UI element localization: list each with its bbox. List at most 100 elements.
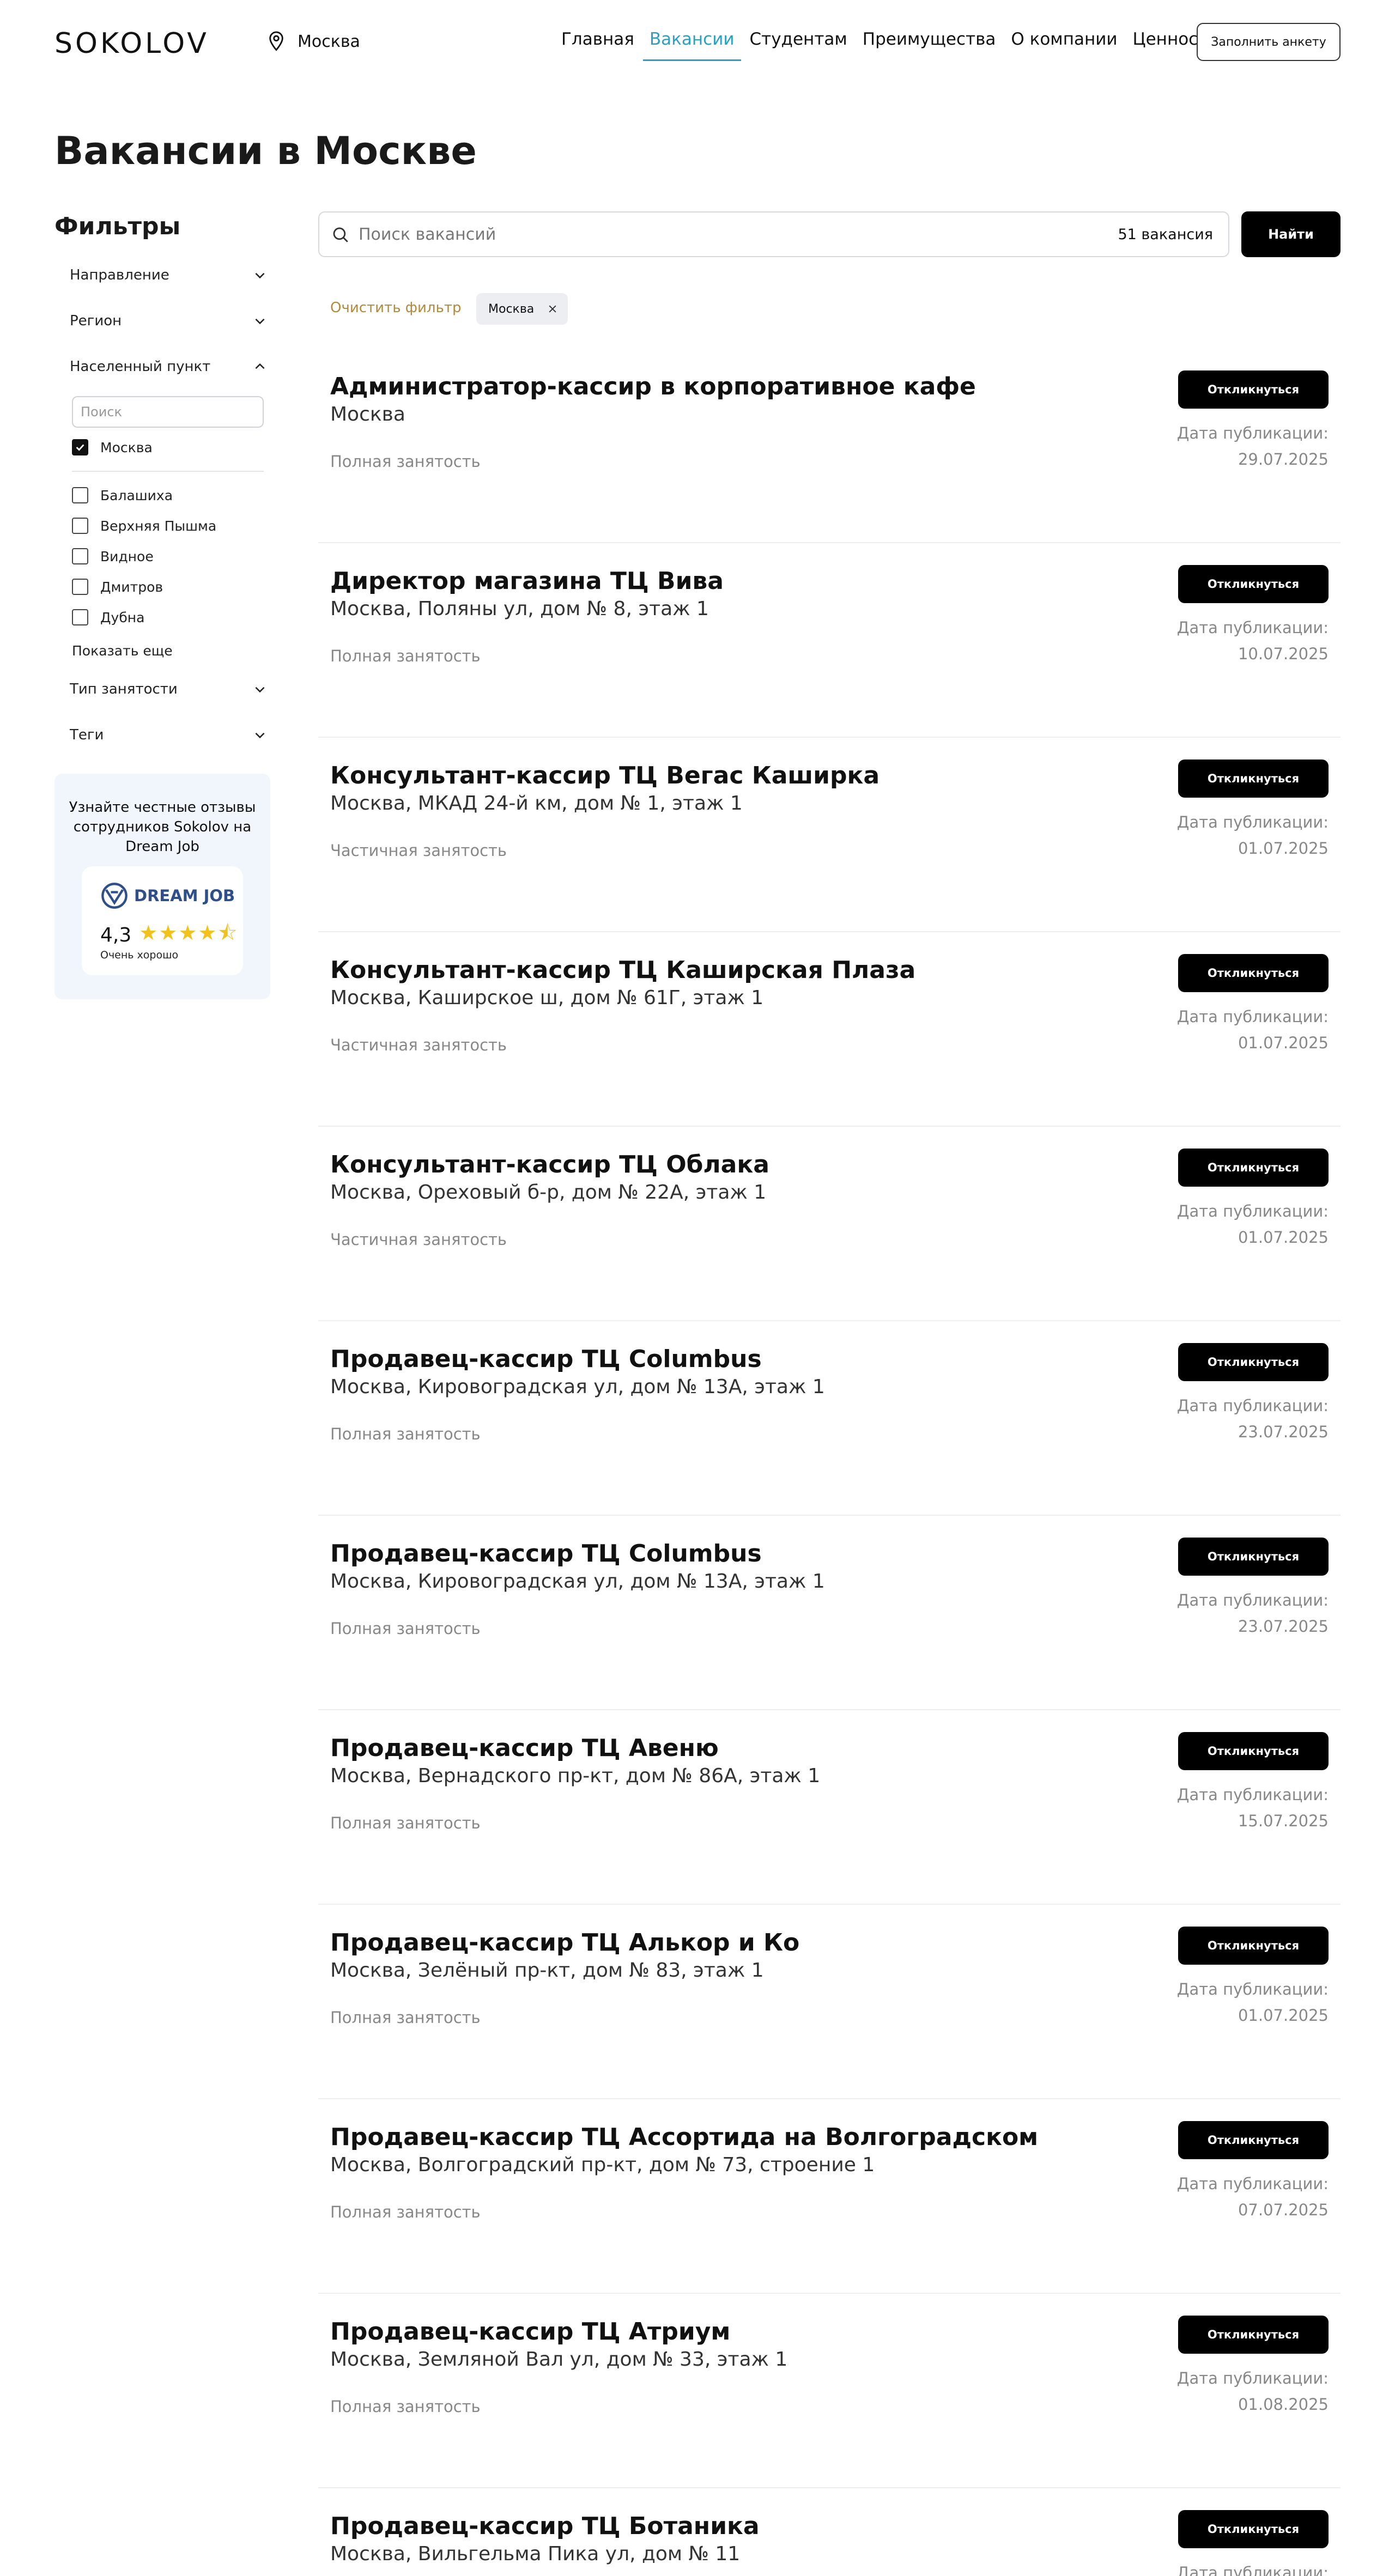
vacancy-card[interactable]: Продавец-кассир ТЦ Алькор и Ко Москва, Зе… bbox=[318, 1905, 1341, 2099]
checkbox[interactable] bbox=[72, 487, 88, 503]
publication-date-label: Дата публикации: bbox=[1176, 2369, 1329, 2387]
locality-checkbox-dmitrov[interactable]: Дмитров bbox=[72, 579, 163, 595]
respond-button[interactable]: Откликнуться bbox=[1178, 1927, 1329, 1965]
vacancy-address: Москва, Кировоградская ул, дом № 13А, эт… bbox=[330, 1376, 825, 1398]
vacancy-card[interactable]: Консультант-кассир ТЦ Вегас Каширка Москв… bbox=[318, 738, 1341, 932]
chip-label: Москва bbox=[488, 302, 535, 316]
vacancy-title[interactable]: Продавец-кассир ТЦ Columbus bbox=[330, 1345, 762, 1373]
locality-label: Видное bbox=[100, 548, 154, 564]
locality-checkbox-vidnoe[interactable]: Видное bbox=[72, 548, 154, 564]
active-filter-chip[interactable]: Москва bbox=[476, 293, 568, 325]
city-label: Москва bbox=[298, 32, 360, 51]
vacancy-title[interactable]: Продавец-кассир ТЦ Авеню bbox=[330, 1734, 719, 1762]
respond-button[interactable]: Откликнуться bbox=[1178, 1732, 1329, 1770]
publication-date-label: Дата публикации: bbox=[1176, 2174, 1329, 2193]
chevron-down-icon bbox=[255, 318, 265, 325]
locality-label: Дубна bbox=[100, 609, 145, 625]
search-icon bbox=[333, 227, 348, 242]
checkbox[interactable] bbox=[72, 609, 88, 625]
city-selector[interactable]: Москва bbox=[267, 31, 360, 52]
vacancy-card[interactable]: Продавец-кассир ТЦ Атриум Москва, Земляно… bbox=[318, 2294, 1341, 2488]
vacancy-employment: Частичная занятость bbox=[330, 1036, 507, 1054]
respond-button[interactable]: Откликнуться bbox=[1178, 565, 1329, 603]
respond-button[interactable]: Откликнуться bbox=[1178, 1538, 1329, 1576]
dream-job-card[interactable]: Узнайте честные отзывы сотрудников Sokol… bbox=[54, 774, 270, 999]
filter-direction[interactable]: Направление bbox=[70, 267, 267, 283]
vacancy-card[interactable]: Консультант-кассир ТЦ Каширская Плаза Мос… bbox=[318, 932, 1341, 1127]
vacancy-card[interactable]: Продавец-кассир ТЦ Columbus Москва, Киров… bbox=[318, 1321, 1341, 1516]
vacancy-card[interactable]: Администратор-кассир в корпоративное каф… bbox=[318, 349, 1341, 543]
vacancy-title[interactable]: Директор магазина ТЦ Вива bbox=[330, 567, 724, 595]
vacancy-card[interactable]: Директор магазина ТЦ Вива Москва, Поляны … bbox=[318, 543, 1341, 738]
nav-vacancies[interactable]: Вакансии bbox=[642, 29, 741, 61]
vacancy-title[interactable]: Продавец-кассир ТЦ Ботаника bbox=[330, 2512, 760, 2540]
respond-button[interactable]: Откликнуться bbox=[1178, 760, 1329, 798]
publication-date: 23.07.2025 bbox=[1238, 1617, 1329, 1636]
filter-employment-label: Тип занятости bbox=[70, 681, 178, 697]
publication-date-label: Дата публикации: bbox=[1176, 1980, 1329, 1998]
divider bbox=[72, 471, 264, 472]
dream-job-rating-card[interactable]: DREAM JOB 4,3 ★★★★⯪ Очень хорошо bbox=[82, 866, 243, 975]
filter-employment-type[interactable]: Тип занятости bbox=[70, 681, 267, 697]
respond-button[interactable]: Откликнуться bbox=[1178, 2510, 1329, 2548]
checkbox-checked[interactable] bbox=[72, 439, 88, 455]
dream-job-logo: DREAM JOB bbox=[100, 882, 235, 910]
respond-button[interactable]: Откликнуться bbox=[1178, 2316, 1329, 2354]
nav-home[interactable]: Главная bbox=[561, 29, 634, 61]
vacancy-title[interactable]: Продавец-кассир ТЦ Ассортида на Волгогра… bbox=[330, 2123, 1038, 2151]
respond-button[interactable]: Откликнуться bbox=[1178, 370, 1329, 409]
locality-label: Верхняя Пышма bbox=[100, 518, 217, 534]
respond-button[interactable]: Откликнуться bbox=[1178, 1343, 1329, 1381]
locality-checkbox-dubna[interactable]: Дубна bbox=[72, 609, 144, 625]
vacancy-title[interactable]: Консультант-кассир ТЦ Вегас Каширка bbox=[330, 762, 880, 789]
close-icon[interactable] bbox=[547, 303, 558, 314]
vacancy-title[interactable]: Продавец-кассир ТЦ Атриум bbox=[330, 2318, 730, 2346]
clear-filter-link[interactable]: Очистить фильтр bbox=[330, 300, 462, 316]
chevron-down-icon bbox=[255, 732, 265, 739]
filter-locality[interactable]: Населенный пункт bbox=[70, 359, 267, 375]
filter-direction-label: Направление bbox=[70, 267, 169, 283]
respond-button[interactable]: Откликнуться bbox=[1178, 1149, 1329, 1187]
vacancy-card[interactable]: Продавец-кассир ТЦ Авеню Москва, Вернадск… bbox=[318, 1710, 1341, 1905]
vacancy-card[interactable]: Продавец-кассир ТЦ Ботаника Москва, Вильг… bbox=[318, 2488, 1341, 2576]
vacancy-card[interactable]: Продавец-кассир ТЦ Columbus Москва, Киров… bbox=[318, 1516, 1341, 1710]
vacancy-card[interactable]: Продавец-кассир ТЦ Ассортида на Волгогра… bbox=[318, 2099, 1341, 2294]
checkbox[interactable] bbox=[72, 579, 88, 595]
check-icon bbox=[76, 444, 84, 451]
vacancy-title[interactable]: Продавец-кассир ТЦ Алькор и Ко bbox=[330, 1929, 799, 1957]
checkbox[interactable] bbox=[72, 518, 88, 534]
vacancy-employment: Полная занятость bbox=[330, 1814, 481, 1832]
vacancy-title[interactable]: Консультант-кассир ТЦ Каширская Плаза bbox=[330, 956, 915, 984]
filter-tags[interactable]: Теги bbox=[70, 727, 267, 743]
logo[interactable]: SOKOLOV bbox=[54, 27, 209, 60]
vacancy-card[interactable]: Консультант-кассир ТЦ Облака Москва, Орех… bbox=[318, 1127, 1341, 1321]
chevron-up-icon bbox=[255, 363, 265, 369]
vacancy-employment: Частичная занятость bbox=[330, 1230, 507, 1249]
vacancy-search-input[interactable]: Поиск вакансий 51 вакансия bbox=[318, 211, 1229, 257]
search-placeholder: Поиск вакансий bbox=[359, 224, 496, 244]
publication-date: 23.07.2025 bbox=[1238, 1423, 1329, 1441]
publication-date-label: Дата публикации: bbox=[1176, 1396, 1329, 1415]
respond-button[interactable]: Откликнуться bbox=[1178, 954, 1329, 992]
nav-students[interactable]: Студентам bbox=[750, 29, 847, 61]
vacancy-address: Москва, Вильгельма Пика ул, дом № 11 bbox=[330, 2543, 741, 2565]
locality-checkbox-moscow[interactable]: Москва bbox=[72, 439, 153, 455]
find-button[interactable]: Найти bbox=[1241, 211, 1341, 257]
vacancy-title[interactable]: Продавец-кассир ТЦ Columbus bbox=[330, 1540, 762, 1568]
filter-region-label: Регион bbox=[70, 313, 122, 329]
locality-checkbox-balashikha[interactable]: Балашиха bbox=[72, 487, 173, 503]
nav-about[interactable]: О компании bbox=[1011, 29, 1117, 61]
locality-search-input[interactable]: Поиск bbox=[72, 396, 264, 428]
respond-button[interactable]: Откликнуться bbox=[1178, 2121, 1329, 2159]
publication-date-label: Дата публикации: bbox=[1176, 1785, 1329, 1804]
show-more-link[interactable]: Показать еще bbox=[72, 643, 173, 659]
filter-region[interactable]: Регион bbox=[70, 313, 267, 329]
vacancy-title[interactable]: Консультант-кассир ТЦ Облака bbox=[330, 1151, 769, 1178]
vacancy-title[interactable]: Администратор-кассир в корпоративное каф… bbox=[330, 373, 976, 400]
chevron-down-icon bbox=[255, 272, 265, 279]
nav-advantages[interactable]: Преимущества bbox=[863, 29, 996, 61]
checkbox[interactable] bbox=[72, 548, 88, 564]
locality-checkbox-verkhnyaya-pyshma[interactable]: Верхняя Пышма bbox=[72, 518, 216, 534]
fill-form-button[interactable]: Заполнить анкету bbox=[1197, 23, 1341, 61]
vacancy-address: Москва bbox=[330, 403, 405, 426]
